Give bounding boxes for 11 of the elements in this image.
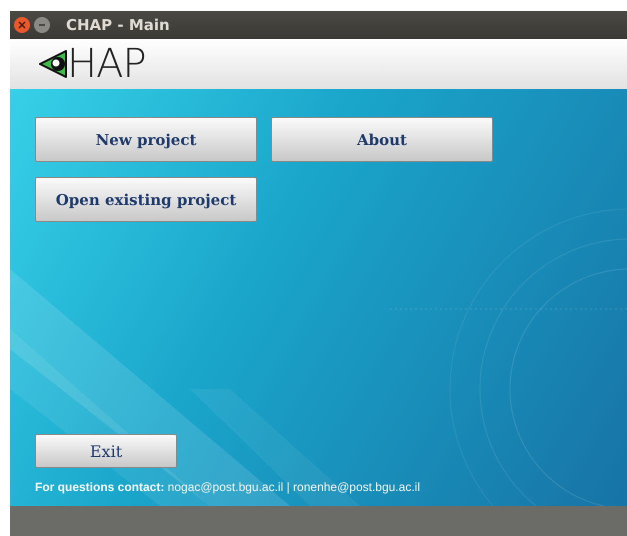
window-title: CHAP - Main <box>66 16 170 34</box>
menu-button[interactable]: New project <box>35 117 257 162</box>
menu-button[interactable]: Open existing project <box>35 177 257 222</box>
minimize-button[interactable] <box>34 17 50 33</box>
contact-text: For questions contact: nogac@post.bgu.ac.il | ronenhe@post.bgu.ac.il <box>35 480 421 494</box>
close-icon <box>18 21 26 29</box>
menu-button[interactable]: About <box>271 117 493 162</box>
close-button[interactable] <box>14 17 30 33</box>
eye-icon <box>38 50 68 78</box>
logo-text: HAP <box>67 44 146 84</box>
exit-button[interactable]: Exit <box>35 434 177 468</box>
